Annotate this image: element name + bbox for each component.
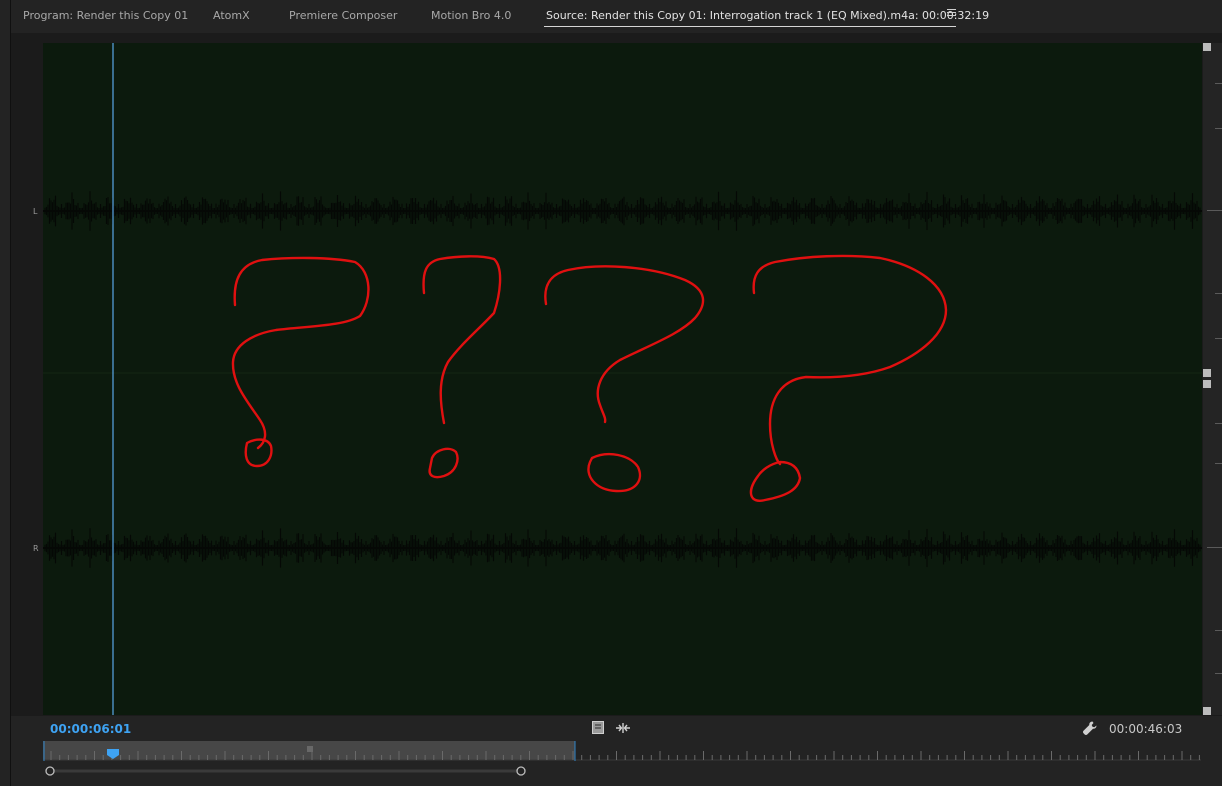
audio-waveform-display[interactable]: [43, 43, 1202, 715]
ruler-top-handle[interactable]: [1203, 43, 1211, 51]
hamburger-menu-icon[interactable]: [947, 9, 956, 19]
right-channel-label: R: [33, 544, 39, 553]
monitor-controls-bar: 00:00:06:01 00:00:46:03: [11, 716, 1222, 786]
zoom-handle-left[interactable]: [45, 766, 55, 776]
panel-left-edge: [0, 0, 11, 786]
ripple-icon[interactable]: [615, 722, 631, 734]
left-channel-label: L: [33, 207, 38, 216]
tab-motion-bro[interactable]: Motion Bro 4.0: [431, 9, 511, 22]
tab-source[interactable]: Source: Render this Copy 01: Interrogati…: [546, 9, 989, 22]
duration-timecode: 00:00:46:03: [1109, 722, 1183, 736]
panel-tab-bar: Program: Render this Copy 01 AtomX Premi…: [11, 0, 1222, 33]
current-timecode[interactable]: 00:00:06:01: [50, 722, 131, 736]
right-channel-waveform: [43, 528, 1202, 568]
left-channel-waveform: [43, 191, 1202, 231]
hand-drawn-question-marks: [231, 254, 948, 502]
amplitude-ruler: [1203, 43, 1222, 715]
tab-premiere-composer[interactable]: Premiere Composer: [289, 9, 397, 22]
tab-atomx[interactable]: AtomX: [213, 9, 250, 22]
marker-icon[interactable]: [592, 721, 604, 734]
zoom-handle-right[interactable]: [516, 766, 526, 776]
active-tab-underline: [544, 26, 956, 27]
zoom-scroll-bar[interactable]: [43, 762, 1201, 776]
ruler-bottom-handle[interactable]: [1203, 707, 1211, 715]
ruler-mid-handle-bottom[interactable]: [1203, 380, 1211, 388]
ruler-mid-handle-top[interactable]: [1203, 369, 1211, 377]
wrench-icon[interactable]: [1082, 720, 1098, 736]
tab-program[interactable]: Program: Render this Copy 01: [23, 9, 188, 22]
